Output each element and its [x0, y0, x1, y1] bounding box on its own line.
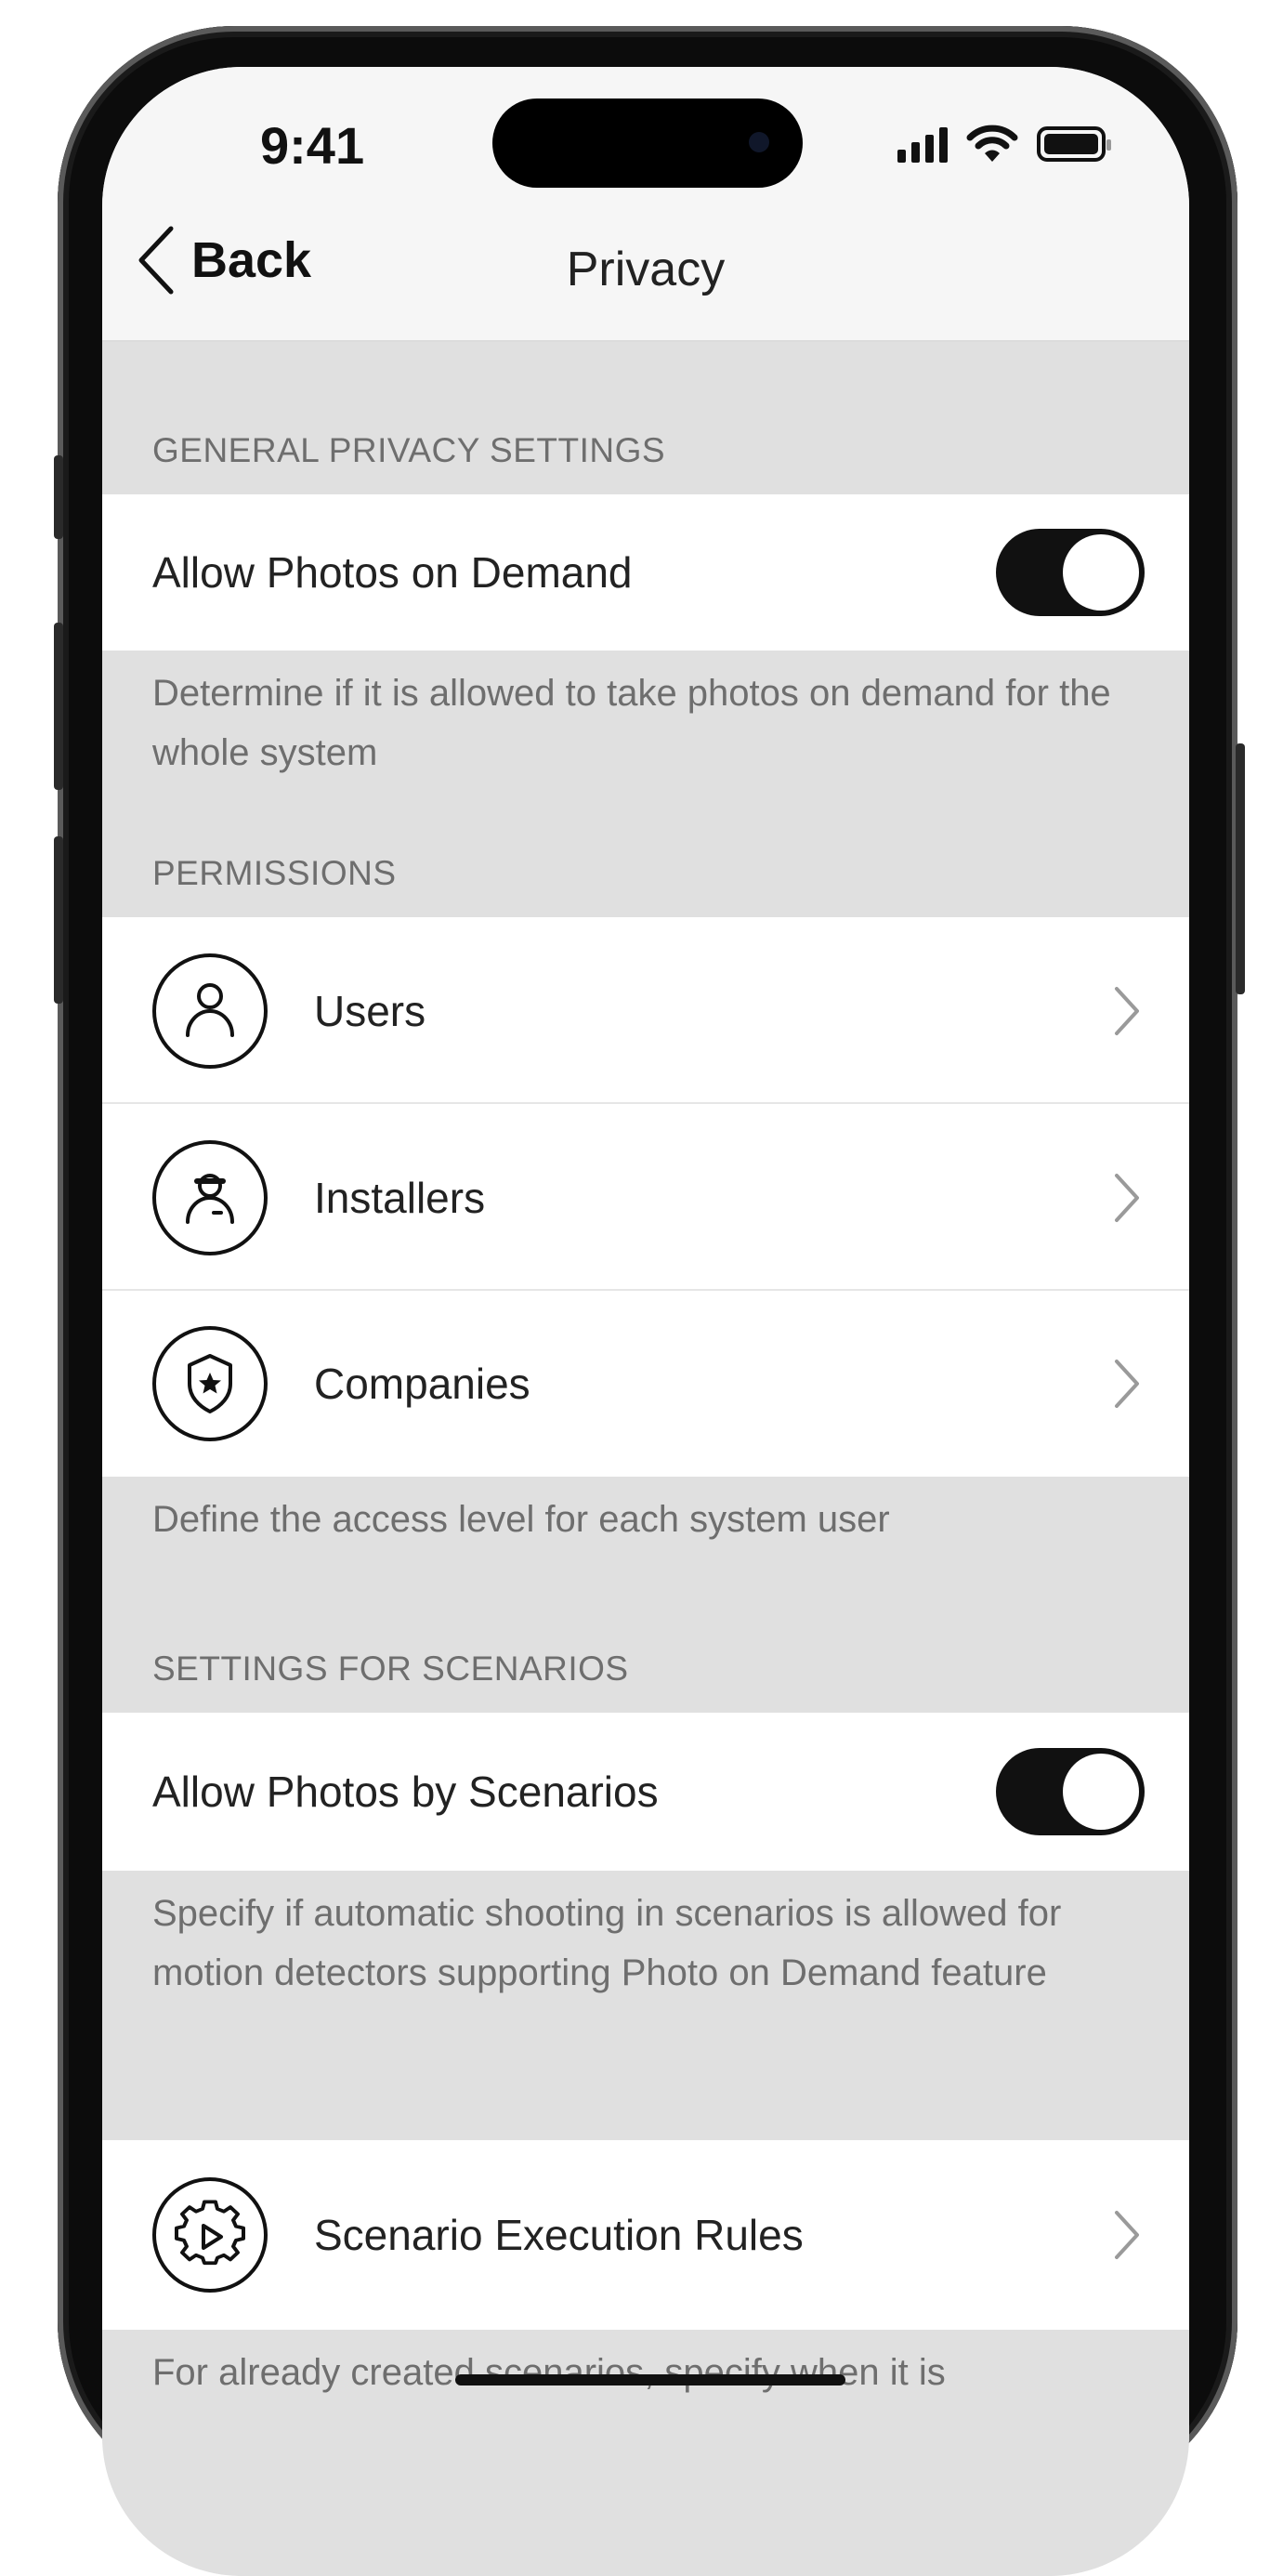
installers-label: Installers [314, 1173, 486, 1222]
volume-up-button [54, 623, 63, 790]
dynamic-island [492, 99, 803, 188]
mute-switch [54, 455, 63, 539]
battery-icon [1037, 126, 1111, 162]
user-icon [152, 953, 268, 1069]
status-icons [897, 125, 1111, 164]
section-header-permissions: PERMISSIONS [102, 786, 1189, 917]
permissions-item-installers[interactable]: Installers [102, 1104, 1189, 1291]
wifi-icon [966, 125, 1018, 162]
status-time: 9:41 [260, 116, 365, 175]
scenarios-footer: Specify if automatic shooting in scenari… [102, 1871, 1189, 2140]
allow-photos-on-demand-row: Allow Photos on Demand [102, 494, 1189, 651]
companies-label: Companies [314, 1360, 530, 1408]
screen: 9:41 Back Privacy GENERAL PRIVACY SETTIN [102, 67, 1189, 2576]
allow-photos-on-demand-toggle[interactable] [996, 529, 1145, 616]
allow-photos-by-scenarios-toggle[interactable] [996, 1748, 1145, 1835]
allow-photos-by-scenarios-row: Allow Photos by Scenarios [102, 1713, 1189, 1871]
rules-footer: For already created scenarios, specify w… [102, 2330, 1189, 2441]
permissions-item-users[interactable]: Users [102, 917, 1189, 1104]
toggle-knob [1063, 1754, 1139, 1830]
section-header-scenarios: SETTINGS FOR SCENARIOS [102, 1579, 1189, 1713]
camera-icon [749, 132, 769, 152]
chevron-right-icon [1115, 1360, 1139, 1408]
chevron-right-icon [1115, 986, 1139, 1035]
toggle-knob [1063, 534, 1139, 611]
chevron-right-icon [1115, 1173, 1139, 1222]
chevron-right-icon [1115, 2211, 1139, 2259]
navigation-bar: Back Privacy [102, 188, 1189, 342]
general-footer: Determine if it is allowed to take photo… [102, 651, 1189, 786]
page-title: Privacy [566, 243, 726, 296]
installer-icon [152, 1139, 268, 1255]
gear-play-icon [152, 2177, 268, 2293]
status-bar: 9:41 [102, 67, 1189, 188]
section-header-general: GENERAL PRIVACY SETTINGS [102, 342, 1189, 494]
allow-photos-by-scenarios-label: Allow Photos by Scenarios [152, 1768, 659, 1816]
shield-star-icon [152, 1326, 268, 1441]
scenario-execution-rules-row[interactable]: Scenario Execution Rules [102, 2140, 1189, 2330]
permissions-footer: Define the access level for each system … [102, 1477, 1189, 1579]
scenario-execution-rules-label: Scenario Execution Rules [314, 2211, 804, 2259]
cellular-signal-icon [897, 125, 948, 163]
allow-photos-on-demand-label: Allow Photos on Demand [152, 548, 633, 597]
users-label: Users [314, 986, 426, 1035]
power-button [1236, 743, 1245, 994]
home-indicator[interactable] [455, 2374, 845, 2385]
permissions-item-companies[interactable]: Companies [102, 1291, 1189, 1477]
settings-list: GENERAL PRIVACY SETTINGS Allow Photos on… [102, 342, 1189, 2441]
volume-down-button [54, 836, 63, 1004]
